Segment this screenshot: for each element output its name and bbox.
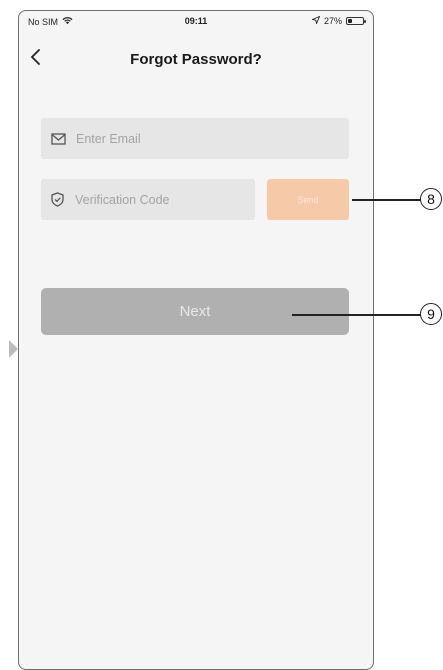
location-icon [311, 15, 321, 26]
verification-code-field[interactable] [41, 179, 255, 220]
nav-bar: Forgot Password? [19, 41, 373, 77]
page-title: Forgot Password? [130, 51, 262, 68]
status-right: 27% [311, 15, 366, 26]
callout-next-number: 9 [420, 303, 442, 325]
next-button[interactable]: Next [41, 288, 349, 335]
mail-icon [51, 131, 66, 147]
battery-icon [346, 17, 366, 25]
email-input[interactable] [74, 130, 349, 147]
callout-line-next [292, 314, 422, 316]
callout-send-number: 8 [420, 188, 442, 210]
battery-fill [348, 19, 352, 23]
send-code-button[interactable]: Send [267, 179, 349, 220]
phone-screen: No SIM 09:11 27% Forgot Password? Enter … [18, 10, 374, 670]
email-field[interactable] [41, 118, 349, 159]
status-bar: No SIM 09:11 27% [19, 11, 373, 37]
pointer-arrow [9, 340, 18, 358]
battery-percent: 27% [323, 16, 342, 26]
callout-line-send [352, 199, 422, 201]
shield-icon [51, 192, 65, 208]
verification-code-input[interactable] [72, 191, 255, 208]
